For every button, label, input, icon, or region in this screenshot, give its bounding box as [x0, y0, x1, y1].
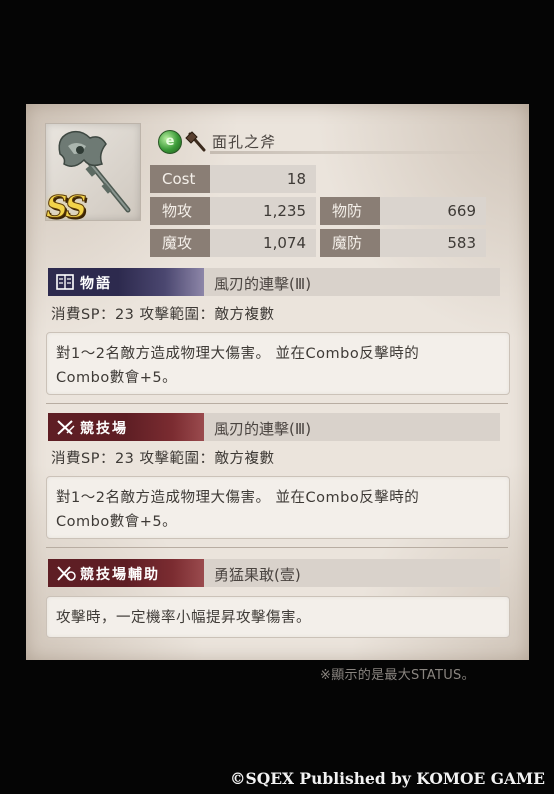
arena-support-skill-bar: 勇猛果敢(壹)	[204, 559, 500, 587]
arena-support-desc: 攻擊時，一定機率小幅提昇攻擊傷害。	[56, 610, 311, 626]
weapon-name: 面孔之斧	[212, 133, 277, 151]
stat-patk: 物攻 1,235	[150, 197, 316, 225]
stat-cost: Cost 18	[150, 165, 316, 193]
weapon-name-row: e 面孔之斧	[158, 129, 508, 154]
rarity-badge: SS	[46, 190, 88, 226]
arena-support-description: 攻擊時，一定機率小幅提昇攻擊傷害。	[46, 596, 510, 638]
section-divider	[46, 547, 508, 548]
arena-section-header: 競技場 風刃的連擊(Ⅲ)	[48, 413, 500, 441]
story-skill-info: 消費SP：23 攻擊範圍：敵方複數	[51, 307, 275, 323]
arena-skill-bar: 風刃的連擊(Ⅲ)	[204, 413, 500, 441]
arena-support-tag: 競技場輔助	[48, 559, 204, 587]
stat-pdef-label: 物防	[320, 197, 380, 225]
weapon-detail-card: SS e 面孔之斧 Cost 18 物攻 1,235 物防 669 魔攻 1,0…	[26, 104, 529, 660]
crossed-swords-shield-icon	[57, 566, 76, 581]
story-section-header: 物語 風刃的連擊(Ⅲ)	[48, 268, 500, 296]
stat-cost-value: 18	[286, 170, 306, 188]
arena-support-section-header: 競技場輔助 勇猛果敢(壹)	[48, 559, 500, 587]
story-desc-line2: Combo數會+5。	[56, 370, 178, 386]
book-icon	[56, 274, 74, 290]
crossed-swords-icon	[57, 420, 75, 435]
axe-type-icon	[185, 131, 206, 152]
story-desc-line1: 對1～2名敵方造成物理大傷害。 並在Combo反擊時的	[56, 346, 420, 362]
stat-patk-value: 1,235	[263, 202, 306, 220]
story-skill-bar: 風刃的連擊(Ⅲ)	[204, 268, 500, 296]
story-skill-name: 風刃的連擊(Ⅲ)	[214, 275, 312, 293]
arena-skill-info: 消費SP：23 攻擊範圍：敵方複數	[51, 451, 275, 467]
arena-skill-description: 對1～2名敵方造成物理大傷害。 並在Combo反擊時的 Combo數會+5。	[46, 476, 510, 539]
story-skill-description: 對1～2名敵方造成物理大傷害。 並在Combo反擊時的 Combo數會+5。	[46, 332, 510, 395]
stat-matk-label: 魔攻	[150, 229, 210, 257]
arena-support-tag-label: 競技場輔助	[80, 567, 160, 583]
element-orb-icon: e	[158, 130, 182, 154]
stat-pdef: 物防 669	[320, 197, 486, 225]
stat-mdef-value: 583	[447, 234, 476, 252]
stat-patk-label: 物攻	[150, 197, 210, 225]
arena-desc-line2: Combo數會+5。	[56, 514, 178, 530]
arena-support-skill-name: 勇猛果敢(壹)	[214, 566, 301, 584]
arena-tag: 競技場	[48, 413, 204, 441]
stat-matk-value: 1,074	[263, 234, 306, 252]
story-tag: 物語	[48, 268, 204, 296]
stat-mdef: 魔防 583	[320, 229, 486, 257]
name-underline	[210, 151, 500, 154]
stat-cost-label: Cost	[150, 165, 210, 193]
copyright-notice: ©SQEX Published by KOMOE GAME	[230, 769, 545, 788]
story-tag-label: 物語	[80, 276, 112, 292]
stat-mdef-label: 魔防	[320, 229, 380, 257]
stat-pdef-value: 669	[447, 202, 476, 220]
max-status-note: ※顯示的是最大STATUS。	[320, 668, 475, 683]
arena-desc-line1: 對1～2名敵方造成物理大傷害。 並在Combo反擊時的	[56, 490, 420, 506]
section-divider	[46, 403, 508, 404]
arena-tag-label: 競技場	[80, 421, 128, 437]
stat-matk: 魔攻 1,074	[150, 229, 316, 257]
arena-skill-name: 風刃的連擊(Ⅲ)	[214, 420, 312, 438]
